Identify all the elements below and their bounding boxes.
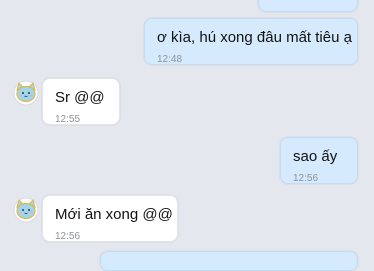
contact-avatar[interactable] [12,78,40,106]
message-bubble-received[interactable]: Mới ăn xong @@ 12:56 [42,195,178,242]
message-text: ơ kìa, hú xong đâu mất tiêu ạ [157,29,352,46]
cat-sticker-avatar-icon [13,197,39,223]
message-text: Mới ăn xong @@ [55,206,173,223]
message-time: 12:48 [157,54,183,65]
message-time: 12:55 [55,114,81,125]
message-bubble-partial-top[interactable]: 20 [258,0,358,12]
message-text: sao ấy [293,148,338,165]
message-bubble-sent[interactable]: ơ kìa, hú xong đâu mất tiêu ạ 12:48 [144,18,358,65]
message-time: 12:56 [293,173,319,184]
message-bubble-received[interactable]: Sr @@ 12:55 [42,78,120,125]
message-bubble-partial-bottom[interactable] [100,251,358,271]
message-bubble-sent[interactable]: sao ấy 12:56 [280,137,358,184]
contact-avatar[interactable] [12,195,40,223]
message-time: 12:56 [55,231,81,242]
cat-sticker-avatar-icon [13,80,39,106]
message-text: Sr @@ [55,89,105,106]
